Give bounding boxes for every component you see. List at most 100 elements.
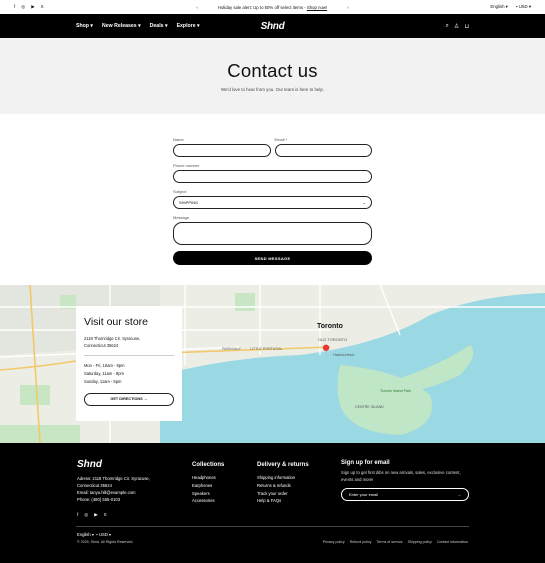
arrow-right-icon[interactable]: →: [457, 492, 461, 497]
delivery-title: Delivery & returns: [257, 462, 309, 468]
signup-email-input[interactable]: Enter your email →: [341, 488, 469, 502]
message-label: Message: [173, 215, 190, 220]
page-hero: Contact us We'd love to hear from you. O…: [0, 38, 545, 114]
email-label: Email *: [274, 137, 288, 142]
subject-label: Subject: [173, 189, 187, 194]
account-icon[interactable]: ♙: [454, 23, 459, 30]
youtube-icon[interactable]: ▶: [31, 4, 34, 10]
store-card: Visit our store 2118 Thornridge Cir. Syr…: [76, 306, 182, 421]
signup-title: Sign up for email: [341, 460, 390, 466]
footer-logo[interactable]: Shnd: [77, 459, 102, 470]
nav-explore[interactable]: Explore ▾: [177, 23, 200, 29]
youtube-icon[interactable]: ▶: [94, 512, 97, 518]
email-placeholder: Enter your email: [349, 492, 379, 498]
footer-link-speakers[interactable]: Speakers: [192, 490, 224, 498]
nav-icons: ⌕ ♙ ⊔: [446, 23, 469, 30]
promo-link[interactable]: Shop now!: [307, 5, 327, 10]
divider: [84, 355, 174, 357]
promo-carousel: ‹ Holiday sale alert: Up to 50% off sele…: [196, 5, 348, 10]
currency-selector[interactable]: ▪ USD ▾: [516, 4, 531, 10]
footer-delivery: Delivery & returns Shipping information …: [257, 460, 309, 505]
announcement-bar: f ◎ ▶ X ‹ Holiday sale alert: Up to 50% …: [0, 0, 545, 14]
map-label-toronto: Toronto: [317, 323, 343, 330]
contact-form: Name Email * Phone number Subject SHIPPI…: [173, 137, 372, 265]
instagram-icon[interactable]: ◎: [21, 4, 25, 10]
footer-email: Email: tanya.hill@example.com: [77, 490, 136, 496]
footer-link-earphones[interactable]: Earphones: [192, 482, 224, 490]
signup-text: Sign up to get first dibs on new arrival…: [341, 470, 461, 482]
footer-link-shipping[interactable]: Shipping information: [257, 474, 309, 482]
map-label-little-portugal: LITTLE PORTUGAL: [250, 347, 283, 351]
email-field[interactable]: [274, 144, 372, 157]
footer-signup: Sign up for email Sign up to get first d…: [341, 460, 469, 502]
nav-deals[interactable]: Deals ▾: [150, 23, 168, 29]
hours-saturday: Saturday, 11am - 9pm: [84, 371, 124, 377]
copyright: © 2025, Shnd. All Rights Reserved.: [77, 540, 134, 544]
language-selector[interactable]: English ▾: [490, 4, 507, 10]
promo-text: Holiday sale alert: Up to 50% off select…: [217, 4, 328, 10]
name-field[interactable]: [173, 144, 271, 157]
footer-link-accessories[interactable]: Accessories: [192, 497, 224, 505]
x-icon[interactable]: X: [104, 512, 107, 518]
brand-logo[interactable]: Shnd: [261, 21, 285, 32]
facebook-icon[interactable]: f: [77, 512, 78, 518]
nav-new-releases[interactable]: New Releases ▾: [102, 23, 141, 29]
topbar-socials: f ◎ ▶ X: [14, 4, 44, 10]
get-directions-button[interactable]: GET DIRECTIONS →: [84, 392, 174, 406]
privacy-policy-link[interactable]: Privacy policy: [323, 540, 345, 544]
footer-socials: f ◎ ▶ X: [77, 512, 107, 518]
footer-locale[interactable]: English ▾ ▪ USD ▾: [77, 532, 133, 537]
nav-menu: Shop ▾ New Releases ▾ Deals ▾ Explore ▾: [76, 23, 200, 29]
hours-sunday: Sunday, 11am - 5pm: [84, 379, 122, 385]
footer-policy-links: Privacy policy Refund policy Terms of se…: [323, 540, 468, 544]
store-address-line2: Connecticut 35624: [84, 342, 119, 348]
collections-title: Collections: [192, 462, 225, 468]
instagram-icon[interactable]: ◎: [84, 512, 88, 518]
search-icon[interactable]: ⌕: [446, 23, 449, 30]
hours-weekdays: Mon - Fri, 10am - 9pm: [84, 363, 125, 369]
x-icon[interactable]: X: [41, 4, 44, 10]
nav-shop[interactable]: Shop ▾: [76, 23, 93, 29]
chevron-down-icon: ⌄: [362, 200, 366, 205]
subject-select[interactable]: SHIPPING ⌄: [173, 196, 372, 209]
message-field[interactable]: [173, 222, 372, 245]
shipping-policy-link[interactable]: Shipping policy: [408, 540, 432, 544]
store-title: Visit our store: [84, 316, 148, 328]
map-label-harbourfront: Harbourfront: [333, 353, 355, 357]
chevron-left-icon[interactable]: ‹: [196, 5, 197, 10]
page-subtitle: We'd love to hear from you. Our team is …: [220, 87, 324, 92]
map-label-parkdale: PARKDALE: [222, 347, 241, 351]
footer-address-line2: Connecticut 35624: [77, 483, 112, 489]
name-label: Name: [173, 137, 184, 142]
chevron-right-icon[interactable]: ›: [347, 5, 348, 10]
footer-address-line1: Adress: 2118 Thornridge Cir. Syracuse,: [77, 476, 150, 481]
map-label-island-park: Toronto Island Park: [380, 389, 411, 393]
footer-link-help[interactable]: Help & FAQs: [257, 497, 309, 505]
terms-link[interactable]: Terms of service: [376, 540, 402, 544]
store-address: 2118 Thornridge Cir. Syracuse, Connectic…: [84, 336, 174, 349]
footer-divider: [76, 526, 469, 527]
map-label-old-toronto: OLD TORONTO: [318, 337, 348, 342]
footer-contact: Adress: 2118 Thornridge Cir. Syracuse, C…: [77, 475, 177, 504]
footer-link-headphones[interactable]: Headphones: [192, 474, 224, 482]
phone-field[interactable]: [173, 170, 372, 183]
footer-link-track[interactable]: Track your order: [257, 490, 309, 498]
facebook-icon[interactable]: f: [14, 4, 15, 10]
locale-selectors: English ▾ ▪ USD ▾: [490, 4, 531, 10]
send-message-button[interactable]: SEND MESSAGE: [173, 251, 372, 265]
phone-label: Phone number: [173, 163, 200, 168]
footer-phone: Phone: (480) 555-0103: [77, 497, 121, 503]
store-hours: Mon - Fri, 10am - 9pm Saturday, 11am - 9…: [84, 362, 174, 387]
flag-icon: ▪: [96, 532, 98, 537]
cart-icon[interactable]: ⊔: [464, 23, 469, 30]
footer-bottom: English ▾ ▪ USD ▾ © 2025, Shnd. All Righ…: [77, 532, 133, 544]
page-title: Contact us: [227, 60, 318, 81]
flag-icon: ▪: [515, 4, 518, 9]
footer: Shnd Adress: 2118 Thornridge Cir. Syracu…: [0, 443, 545, 563]
footer-link-returns[interactable]: Returns & refunds: [257, 482, 309, 490]
footer-collections: Collections Headphones Earphones Speaker…: [192, 460, 224, 505]
refund-policy-link[interactable]: Refund policy: [350, 540, 372, 544]
map-label-centre-island: CENTRE ISLAND: [355, 405, 384, 409]
contact-info-link[interactable]: Contact information: [437, 540, 468, 544]
main-nav: Shop ▾ New Releases ▾ Deals ▾ Explore ▾ …: [0, 14, 545, 38]
